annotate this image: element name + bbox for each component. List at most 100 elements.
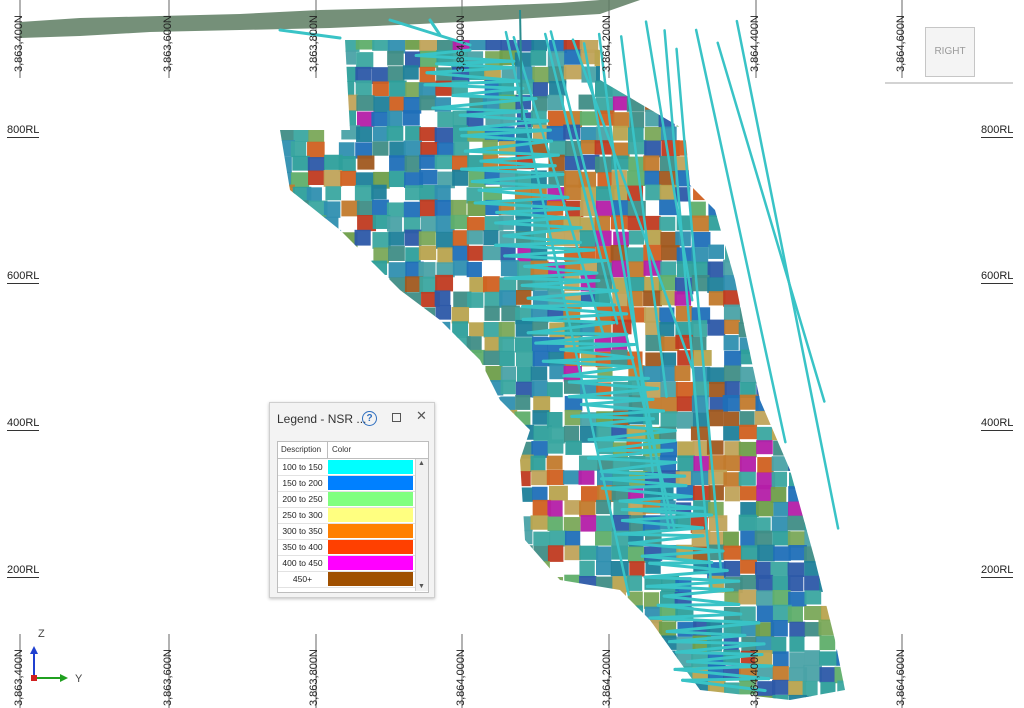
model-block — [546, 469, 565, 485]
model-block — [802, 680, 818, 698]
model-block — [403, 201, 421, 218]
rl-label-left-600: 600RL — [7, 270, 40, 284]
model-block — [612, 125, 628, 141]
block-model-scene[interactable] — [0, 0, 1024, 708]
model-block — [405, 247, 421, 264]
legend-row[interactable]: 400 to 450 — [278, 555, 415, 572]
model-block — [770, 620, 788, 637]
north-label-top-1: 3,863,400N — [13, 15, 25, 72]
axis-z-arrow — [30, 646, 38, 654]
legend-row[interactable]: 250 to 300 — [278, 507, 415, 524]
model-block — [500, 245, 516, 262]
model-block — [340, 170, 357, 186]
model-block — [645, 184, 662, 201]
model-block — [739, 456, 756, 473]
model-block — [500, 366, 517, 382]
model-block — [531, 380, 548, 398]
model-block — [516, 366, 533, 383]
legend-scrollbar[interactable]: ▲ ▼ — [415, 459, 428, 591]
legend-swatch — [328, 492, 413, 506]
model-block — [482, 276, 500, 293]
model-block — [372, 141, 389, 156]
model-block — [565, 440, 582, 455]
north-label-top-3: 3,863,800N — [308, 15, 320, 72]
model-block — [515, 394, 531, 410]
model-block — [373, 96, 390, 114]
axis-z-label: Z — [38, 628, 45, 640]
model-block — [723, 531, 739, 548]
legend-header-color: Color — [332, 445, 352, 454]
model-block — [581, 139, 597, 154]
rl-label-right-200: 200RL — [981, 564, 1014, 578]
model-block — [403, 140, 422, 157]
model-block — [707, 319, 726, 336]
model-block — [466, 217, 485, 232]
model-block — [547, 110, 566, 128]
model-block — [804, 575, 821, 591]
view-cube[interactable]: RIGHT — [925, 27, 975, 77]
model-block — [738, 589, 758, 605]
model-block — [468, 170, 486, 188]
legend-panel[interactable]: Legend - NSR ... ? ✕ Description Color 1… — [269, 402, 435, 598]
model-block — [691, 275, 710, 292]
legend-row[interactable]: 450+ — [278, 571, 415, 588]
model-block — [484, 305, 500, 321]
model-block — [578, 470, 595, 485]
model-block — [756, 590, 775, 606]
model-block — [532, 82, 548, 99]
model-block — [306, 187, 322, 202]
model-block — [723, 335, 739, 351]
model-block — [469, 322, 485, 337]
model-block — [659, 322, 675, 337]
north-label-bottom-6: 3,864,400N — [749, 649, 761, 706]
model-block — [500, 260, 519, 277]
model-block — [483, 350, 500, 366]
help-icon[interactable]: ? — [362, 411, 377, 426]
model-block — [756, 426, 773, 443]
model-block — [436, 142, 456, 157]
legend-row[interactable]: 150 to 200 — [278, 475, 415, 492]
model-block — [452, 260, 469, 276]
model-block — [402, 110, 420, 126]
legend-row[interactable]: 100 to 150 — [278, 459, 415, 476]
model-block — [709, 381, 727, 398]
rl-label-left-800: 800RL — [7, 124, 40, 138]
north-label-bottom-7: 3,864,600N — [895, 649, 907, 706]
model-block — [563, 425, 580, 443]
close-icon[interactable]: ✕ — [416, 408, 427, 424]
model-block — [708, 244, 725, 259]
rl-label-right-400: 400RL — [981, 417, 1014, 431]
model-block — [787, 606, 803, 623]
3d-viewport[interactable] — [0, 0, 1024, 708]
model-block — [804, 606, 823, 621]
model-block — [532, 410, 550, 425]
model-block — [452, 110, 469, 127]
model-block — [482, 245, 501, 261]
model-block — [723, 365, 742, 383]
model-block — [789, 621, 806, 638]
legend-header-divider — [327, 442, 328, 458]
legend-row[interactable]: 300 to 350 — [278, 523, 415, 540]
restore-icon[interactable] — [392, 413, 401, 422]
model-block — [532, 350, 550, 367]
model-block — [387, 110, 403, 128]
model-block — [450, 199, 467, 216]
scroll-up-icon[interactable]: ▲ — [418, 460, 425, 467]
model-block — [498, 321, 515, 339]
model-block — [579, 501, 596, 517]
model-block — [530, 50, 547, 66]
model-block — [354, 185, 374, 202]
model-block — [532, 486, 548, 502]
legend-row[interactable]: 200 to 250 — [278, 491, 415, 508]
model-block — [434, 290, 451, 307]
legend-row-label: 150 to 200 — [282, 478, 323, 488]
scroll-down-icon[interactable]: ▼ — [418, 583, 425, 590]
legend-row[interactable]: 350 to 400 — [278, 539, 415, 556]
model-block — [452, 169, 469, 186]
model-block — [323, 169, 343, 187]
model-block — [595, 531, 612, 546]
model-block — [434, 199, 454, 217]
model-block — [804, 590, 822, 605]
model-block — [707, 277, 726, 293]
model-block — [356, 95, 375, 111]
